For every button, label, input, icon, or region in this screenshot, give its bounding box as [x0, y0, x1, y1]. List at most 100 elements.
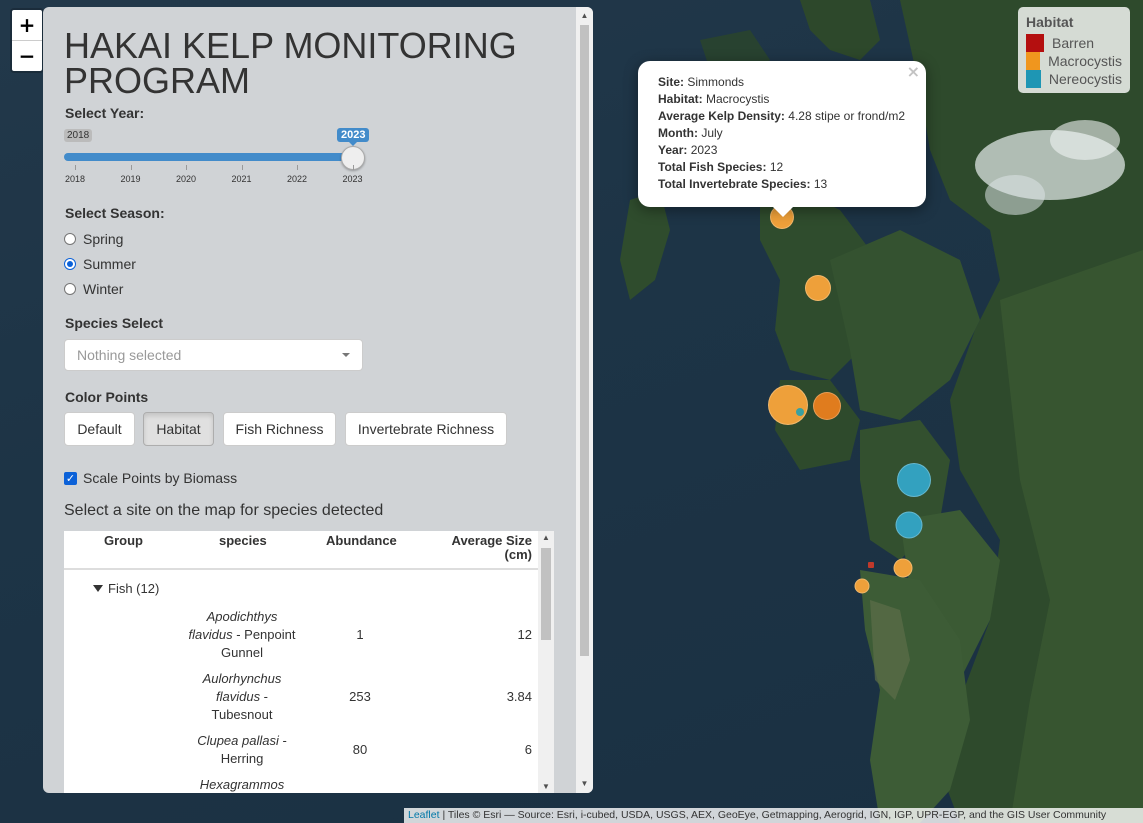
popup-field-key: Year:: [658, 143, 688, 157]
header-size-line2: (cm): [504, 547, 532, 562]
radio-button[interactable]: [64, 258, 76, 270]
popup-field-key: Month:: [658, 126, 698, 140]
species-latin: Aulorhynchus: [202, 671, 282, 686]
scroll-up-icon[interactable]: ▲: [538, 533, 554, 542]
popup-field-value: Simmonds: [687, 75, 745, 89]
season-radio-spring[interactable]: Spring: [64, 231, 123, 247]
species-cell: Aulorhynchus flavidus - Tubesnout: [182, 670, 302, 724]
year-slider[interactable]: 2018 2023 2018 2019 2020 2021 2022 2023: [64, 128, 370, 189]
abundance-cell: 80: [352, 742, 368, 757]
abundance-cell: 253: [349, 689, 371, 704]
slider-tick: [241, 165, 243, 170]
popup-field: Average Kelp Density: 4.28 stipe or fron…: [658, 108, 906, 125]
legend-item-nereocystis: Nereocystis: [1026, 70, 1122, 88]
slider-tick-label: 2022: [286, 174, 308, 184]
caret-down-icon: [342, 353, 350, 357]
abundance-cell: 1: [356, 627, 364, 642]
attribution-text: | Tiles © Esri — Source: Esri, i-cubed, …: [439, 809, 1107, 821]
header-group[interactable]: Group: [104, 534, 143, 548]
scroll-down-icon[interactable]: ▼: [538, 782, 554, 791]
table-scrollbar[interactable]: ▲ ▼: [538, 531, 554, 793]
popup-field-key: Habitat:: [658, 92, 703, 106]
species-common: Tubesnout: [211, 707, 273, 722]
popup-close-button[interactable]: ×: [907, 63, 920, 80]
table-hint: Select a site on the map for species det…: [64, 502, 384, 519]
color-button-fish-richness[interactable]: Fish Richness: [223, 412, 336, 446]
popup-field-value: 2023: [690, 143, 718, 157]
color-button-default[interactable]: Default: [64, 412, 135, 446]
scroll-up-icon[interactable]: ▲: [576, 8, 593, 24]
site-marker-barren[interactable]: [868, 562, 874, 568]
popup-field: Habitat: Macrocystis: [658, 91, 906, 108]
slider-track[interactable]: [64, 153, 353, 161]
header-species[interactable]: species: [219, 534, 267, 548]
zoom-out-button[interactable]: −: [12, 41, 42, 71]
size-cell: 6: [524, 742, 532, 757]
popup-field-value: 13: [813, 177, 828, 191]
site-marker-macrocystis[interactable]: [854, 578, 870, 594]
species-cell: Apodichthys flavidus - Penpoint Gunnel: [182, 608, 302, 662]
species-cell: Clupea pallasi - Herring: [182, 732, 302, 768]
header-size-line1: Average Size: [451, 533, 532, 548]
page-title: HAKAI KELP MONITORING PROGRAM: [64, 25, 517, 101]
group-row-fish[interactable]: Fish (12): [93, 581, 159, 596]
species-common: Gunnel: [221, 645, 263, 660]
site-marker-nereocystis[interactable]: [796, 408, 804, 416]
species-table: Group species Abundance Average Size (cm)…: [64, 531, 554, 793]
color-button-invertebrate-richness[interactable]: Invertebrate Richness: [345, 412, 507, 446]
popup-field: Year: 2023: [658, 142, 906, 159]
year-label: Select Year:: [65, 105, 145, 121]
legend-label: Macrocystis: [1048, 53, 1122, 69]
slider-value-label: 2023: [337, 128, 370, 146]
popup-field: Total Fish Species: 12: [658, 159, 906, 176]
legend-item-macrocystis: Macrocystis: [1026, 52, 1122, 70]
species-common: -: [260, 689, 269, 704]
legend-swatch: [1026, 70, 1041, 88]
species-latin: Clupea pallasi: [197, 733, 279, 748]
slider-tick-label: 2018: [64, 174, 86, 184]
popup-field-key: Total Invertebrate Species:: [658, 177, 811, 191]
season-label: Summer: [83, 256, 136, 272]
site-marker-macrocystis[interactable]: [805, 275, 831, 301]
scale-biomass-checkbox[interactable]: ✓ Scale Points by Biomass: [64, 470, 237, 486]
site-popup: × Site: Simmonds Habitat: Macrocystis Aver…: [638, 61, 926, 217]
popup-field-value: July: [701, 126, 723, 140]
popup-field-value: Macrocystis: [706, 92, 770, 106]
zoom-in-button[interactable]: +: [12, 10, 42, 41]
header-abundance[interactable]: Abundance: [326, 534, 397, 548]
slider-min-label: 2018: [64, 129, 93, 142]
popup-field-value: 12: [769, 160, 784, 174]
site-marker-macrocystis[interactable]: [813, 392, 841, 420]
triangle-down-icon: [93, 585, 103, 592]
season-radio-summer[interactable]: Summer: [64, 256, 136, 272]
panel-scrollbar[interactable]: ▲ ▼: [576, 7, 593, 793]
header-average-size[interactable]: Average Size (cm): [448, 534, 532, 562]
species-label: Species Select: [65, 315, 164, 331]
site-marker-nereocystis[interactable]: [895, 511, 923, 539]
site-marker-macrocystis[interactable]: [768, 385, 808, 425]
popup-field-key: Total Fish Species:: [658, 160, 767, 174]
panel-scroll-thumb[interactable]: [580, 25, 589, 656]
scale-biomass-label: Scale Points by Biomass: [83, 470, 238, 486]
species-latin: flavidus: [188, 627, 233, 642]
species-select[interactable]: Nothing selected: [64, 339, 363, 371]
popup-field-key: Average Kelp Density:: [658, 109, 785, 123]
color-button-habitat[interactable]: Habitat: [143, 412, 214, 446]
table-scroll-thumb[interactable]: [541, 548, 551, 640]
legend-label: Nereocystis: [1048, 71, 1122, 87]
slider-tick: [75, 165, 76, 170]
site-marker-macrocystis[interactable]: [893, 558, 913, 578]
slider-tick: [352, 165, 354, 170]
slider-tick-label: 2021: [231, 174, 252, 184]
popup-field-value: 4.28 stipe or frond/m2: [788, 109, 906, 123]
season-radio-winter[interactable]: Winter: [64, 281, 123, 297]
site-marker-nereocystis[interactable]: [897, 463, 931, 497]
species-select-placeholder: Nothing selected: [77, 347, 182, 363]
legend-title: Habitat: [1026, 14, 1074, 30]
leaflet-link[interactable]: Leaflet: [408, 809, 440, 821]
radio-button[interactable]: [64, 283, 76, 295]
check-icon[interactable]: ✓: [64, 471, 77, 485]
season-label: Spring: [83, 231, 124, 247]
scroll-down-icon[interactable]: ▼: [576, 776, 593, 792]
radio-button[interactable]: [64, 233, 76, 245]
